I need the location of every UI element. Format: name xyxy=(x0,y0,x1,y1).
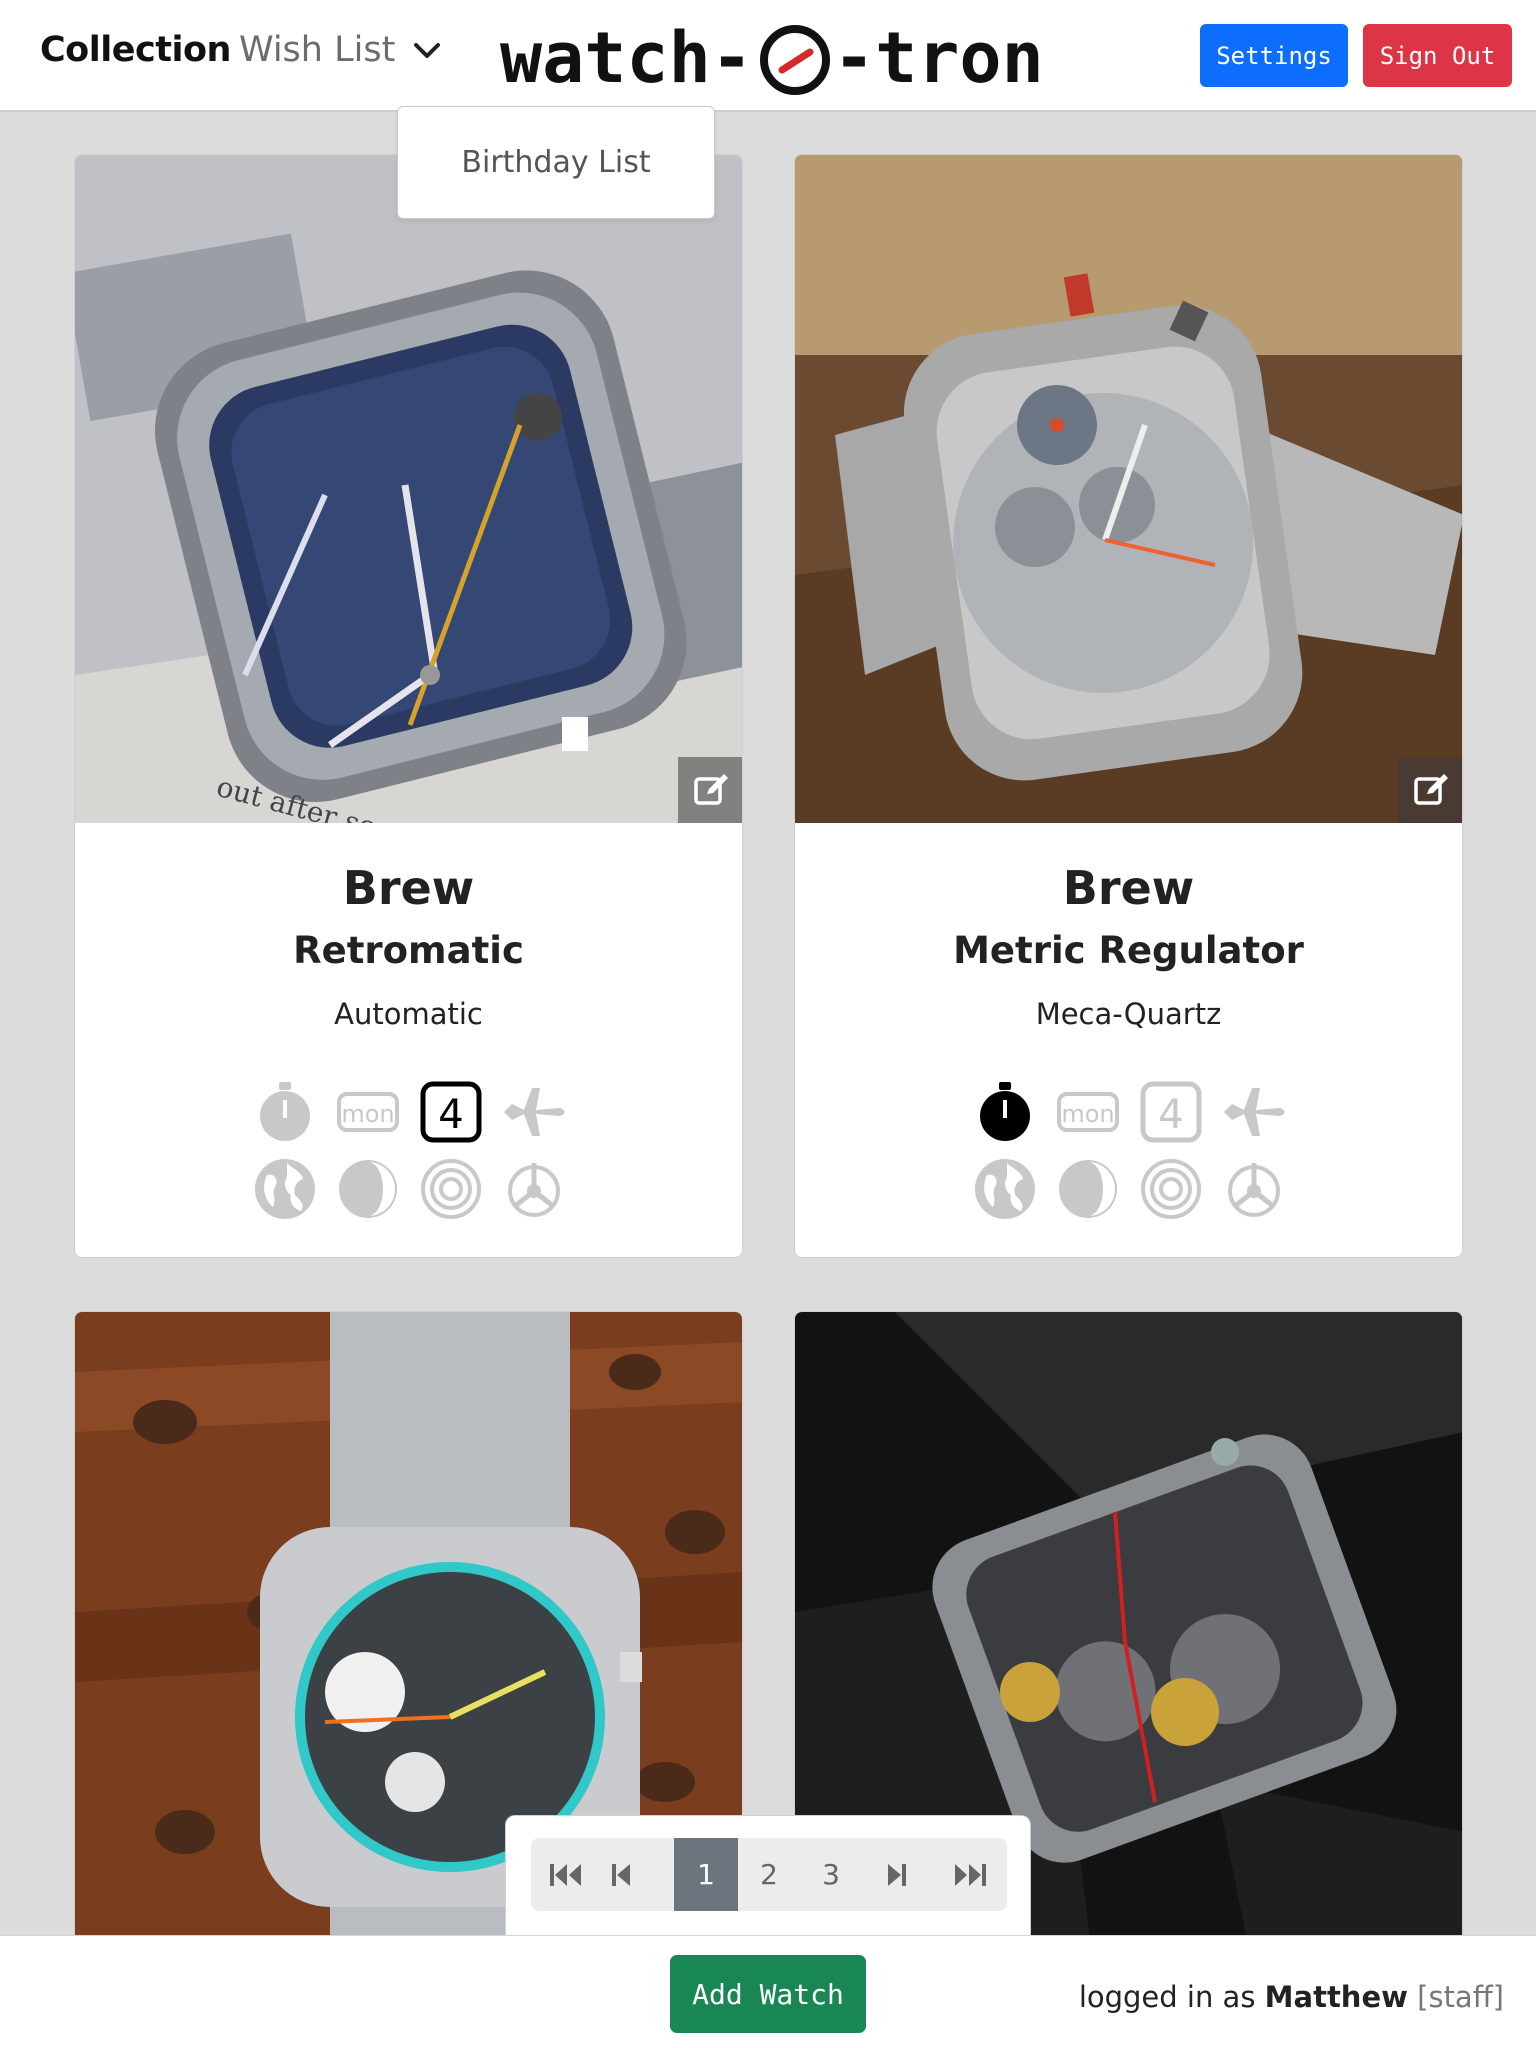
moon-phase-icon xyxy=(1059,1160,1117,1218)
edit-icon xyxy=(694,774,728,805)
feature-icons: mon 4 xyxy=(75,1080,742,1230)
edit-icon xyxy=(1414,774,1448,805)
last-page-button[interactable] xyxy=(932,1838,1007,1911)
logo-text-right: -tron xyxy=(833,17,1040,99)
svg-text:4: 4 xyxy=(438,1092,463,1138)
logo-text-left: watch- xyxy=(500,17,753,99)
username: Matthew xyxy=(1264,1980,1408,2014)
user-role: [staff] xyxy=(1417,1980,1504,2014)
pagination: 1 2 3 xyxy=(505,1815,1031,1935)
page-button-1[interactable]: 1 xyxy=(674,1838,738,1911)
feature-icons: mon 4 xyxy=(795,1080,1462,1230)
watch-movement: Automatic xyxy=(334,997,483,1031)
watch-card: out after scouring Brew Retromatic Autom… xyxy=(74,154,743,1258)
watch-card: Brew Metric Regulator Meca-Quartz mon 4 xyxy=(794,154,1463,1258)
chronograph-icon xyxy=(260,1082,310,1141)
chevron-down-icon[interactable] xyxy=(412,40,442,62)
watch-make: Brew xyxy=(342,861,475,915)
day-icon: mon xyxy=(337,1092,399,1132)
day-icon: mon xyxy=(1057,1092,1119,1132)
wishlist-dropdown-menu: Birthday List xyxy=(397,106,715,219)
page-button-2[interactable]: 2 xyxy=(738,1838,800,1911)
moon-phase-icon xyxy=(339,1160,397,1218)
gmt-plane-icon xyxy=(1224,1088,1285,1136)
previous-page-button[interactable] xyxy=(601,1838,641,1911)
settings-button[interactable]: Settings xyxy=(1200,24,1348,87)
world-time-icon xyxy=(255,1159,315,1219)
sign-out-button[interactable]: Sign Out xyxy=(1363,24,1512,87)
hairspring-icon xyxy=(1141,1159,1201,1219)
nav-wishlist-link[interactable]: Wish List xyxy=(239,30,395,70)
next-page-button[interactable] xyxy=(862,1838,932,1911)
add-watch-button[interactable]: Add Watch xyxy=(670,1955,866,2033)
nav-collection-link[interactable]: Collection xyxy=(40,30,231,70)
first-page-button[interactable] xyxy=(531,1838,601,1911)
date-icon: 4 xyxy=(420,1081,482,1143)
svg-text:4: 4 xyxy=(1158,1092,1183,1138)
skip-prev-icon xyxy=(612,1863,630,1886)
dropdown-item-birthday-list[interactable]: Birthday List xyxy=(398,145,714,180)
watch-make: Brew xyxy=(1062,861,1195,915)
app-logo: watch- -tron xyxy=(500,17,1040,99)
watch-movement: Meca-Quartz xyxy=(1035,997,1222,1031)
watch-photo[interactable]: out after scouring xyxy=(75,155,742,823)
chronograph-icon xyxy=(980,1082,1030,1141)
date-icon: 4 xyxy=(1140,1081,1202,1143)
skip-first-icon xyxy=(550,1863,581,1886)
skip-last-icon xyxy=(954,1863,986,1886)
hairspring-icon xyxy=(421,1159,481,1219)
watch-model: Retromatic xyxy=(293,929,524,972)
edit-watch-button[interactable] xyxy=(678,757,742,823)
skip-next-icon xyxy=(888,1863,906,1886)
tourbillon-icon xyxy=(1228,1163,1280,1217)
gmt-plane-icon xyxy=(504,1088,565,1136)
logged-in-status: logged in as Matthew [staff] xyxy=(1079,1980,1504,2014)
tourbillon-icon xyxy=(508,1163,560,1217)
edit-watch-button[interactable] xyxy=(1398,757,1462,823)
world-time-icon xyxy=(975,1159,1035,1219)
footer-bar: Add Watch logged in as Matthew [staff] xyxy=(0,1935,1536,2048)
svg-text:mon: mon xyxy=(1061,1100,1114,1128)
svg-text:mon: mon xyxy=(341,1100,394,1128)
page-button-3[interactable]: 3 xyxy=(800,1838,862,1911)
logged-in-prefix: logged in as xyxy=(1078,1980,1265,2014)
watch-photo[interactable] xyxy=(795,155,1462,823)
top-navbar: Collection Wish List watch- -tron Settin… xyxy=(0,0,1536,112)
watch-model: Metric Regulator xyxy=(953,929,1304,972)
